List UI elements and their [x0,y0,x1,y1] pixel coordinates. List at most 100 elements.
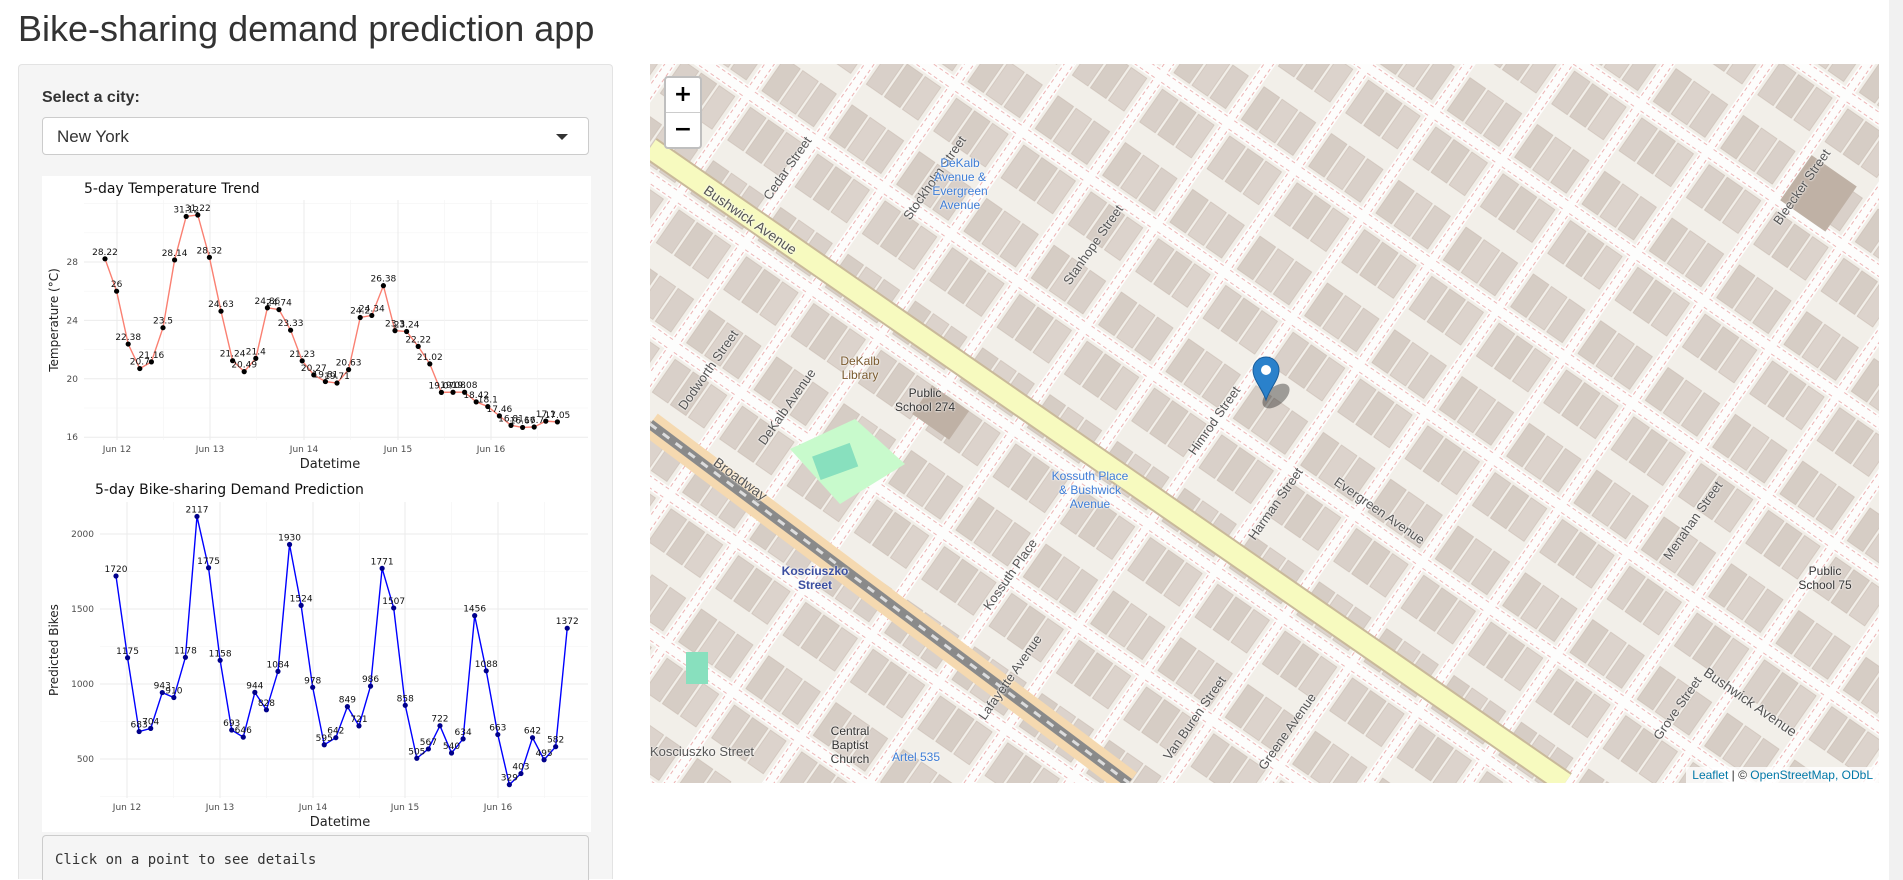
temp-data-label: 19.71 [324,372,350,382]
temp-data-label: 28.32 [197,246,223,256]
demand-x-tick-label: Jun 12 [112,803,141,813]
demand-x-axis-label: Datetime [310,815,370,830]
demand-x-tick-label: Jun 16 [483,803,513,813]
demand-data-label: 1771 [371,557,394,567]
page-scrollbar[interactable] [1889,0,1903,880]
temp-data-label: 21.16 [139,351,165,361]
temp-data-label: 21.02 [417,353,443,363]
temp-data-label: 21.23 [289,350,315,360]
demand-data-label: 1456 [463,605,486,615]
demand-data-label: 910 [165,687,182,697]
city-select[interactable]: New York [42,117,589,155]
attribution-separator: | © [1728,768,1751,782]
demand-data-label: 1930 [278,534,301,544]
demand-data-label: 642 [327,727,344,737]
demand-y-tick-label: 1000 [71,680,94,690]
chevron-down-icon [556,134,568,140]
demand-data-label: 704 [142,717,159,727]
osm-link[interactable]: OpenStreetMap, ODbL [1750,768,1873,782]
temp-data-label: 23.24 [394,320,420,330]
demand-data-label: 2117 [186,505,209,515]
leaflet-link[interactable]: Leaflet [1692,768,1728,782]
demand-data-label: 663 [489,724,506,734]
street-label: Kosciuszko Street [650,744,755,759]
temp-x-tick-label: Jun 13 [195,445,224,455]
temp-data-label: 26 [111,280,123,290]
demand-data-label: 642 [524,727,541,737]
temp-data-label: 21.24 [220,350,246,360]
temp-data-label: 26.38 [371,275,397,285]
demand-data-label: 1088 [475,660,498,670]
temp-y-axis-label: Temperature (°C) [47,268,61,373]
temp-data-label: 24.34 [359,304,385,314]
demand-data-label: 978 [304,676,321,686]
charts-svg[interactable]: Jun 12 Jun 13 Jun 14 Jun 15 Jun 16 16 20 24 28 5… [42,176,591,832]
demand-data-label: 582 [547,736,564,746]
click-details-output: Click on a point to see details [42,835,589,880]
temp-y-tick-label: 16 [67,433,79,443]
zoom-in-button[interactable]: + [666,78,700,112]
demand-x-tick-label: Jun 14 [298,803,328,813]
demand-data-label: 1720 [105,565,128,575]
zoom-out-button[interactable]: − [666,112,700,147]
charts-panel: Jun 12 Jun 13 Jun 14 Jun 15 Jun 16 16 20 24 28 5… [42,176,591,832]
demand-data-label: 1158 [209,649,232,659]
temp-x-tick-label: Jun 14 [289,445,319,455]
temp-data-label: 28.14 [162,249,188,259]
demand-x-tick-label: Jun 15 [390,803,419,813]
temp-data-label: 31.22 [185,204,211,214]
temp-chart-title: 5-day Temperature Trend [84,181,260,197]
poi-label-kossuth-station: Kossuth Place & Bushwick Avenue [1051,469,1129,511]
poi-label-library: DeKalb Library [840,354,880,382]
demand-data-label: 567 [420,738,437,748]
demand-data-label: 1372 [556,617,579,627]
temp-data-label: 22.38 [115,333,141,343]
demand-data-label: 1524 [290,594,313,604]
city-select-label: Select a city: [42,89,140,106]
temp-data-label: 23.33 [278,319,304,329]
temp-y-tick-label: 28 [67,258,79,268]
demand-data-label: 1775 [197,557,220,567]
demand-data-label: 634 [455,728,472,738]
map[interactable]: Bushwick Avenue Bushwick Avenue Broadway… [650,64,1879,783]
temp-data-label: 28.22 [92,248,118,258]
poi-label-dekalb-station: DeKalb Avenue & Evergreen Avenue [932,156,988,212]
demand-data-label: 403 [512,763,529,773]
demand-data-label: 1175 [116,647,139,657]
poi-label-public-school-75: Public School 75 [1798,564,1852,592]
demand-data-label: 828 [258,699,275,709]
temp-data-label: 22.22 [405,335,431,345]
zoom-control: + − [664,76,702,149]
temp-y-tick-label: 20 [67,375,79,385]
demand-data-label: 495 [535,749,552,759]
demand-data-label: 944 [246,681,263,691]
city-select-value: New York [57,127,129,146]
temp-x-axis-label: Datetime [300,457,360,472]
demand-y-tick-label: 1500 [71,605,94,615]
demand-data-label: 849 [339,696,356,706]
demand-chart-title: 5-day Bike-sharing Demand Prediction [95,482,364,498]
temp-data-label: 21.4 [246,347,266,357]
demand-data-label: 986 [362,675,379,685]
poi-label-kosciuszko-station: Kosciuszko Street [781,564,849,592]
temp-x-tick-label: Jun 16 [476,445,506,455]
demand-data-label: 721 [350,715,367,725]
temp-y-tick-label: 24 [67,316,79,326]
temp-data-label: 17.05 [545,411,571,421]
demand-data-label: 505 [408,747,425,757]
demand-data-label: 1507 [382,597,405,607]
temp-data-label: 20.49 [231,361,257,371]
poi-label-public-school-274: Public School 274 [894,386,956,414]
demand-data-label: 540 [443,742,460,752]
map-attribution: Leaflet | © OpenStreetMap, ODbL [1686,767,1879,783]
temp-x-tick-label: Jun 15 [383,445,412,455]
demand-y-axis-label: Predicted Bikes [47,604,61,696]
demand-data-label: 329 [501,774,518,784]
click-details-text: Click on a point to see details [55,852,317,868]
pool-2 [686,652,708,684]
page-title: Bike-sharing demand prediction app [18,8,595,49]
demand-y-tick-label: 500 [77,755,94,765]
demand-y-tick-label: 2000 [71,530,94,540]
poi-label-church: Central Baptist Church [830,724,870,766]
poi-label-artel: Artel 535 [892,750,941,764]
